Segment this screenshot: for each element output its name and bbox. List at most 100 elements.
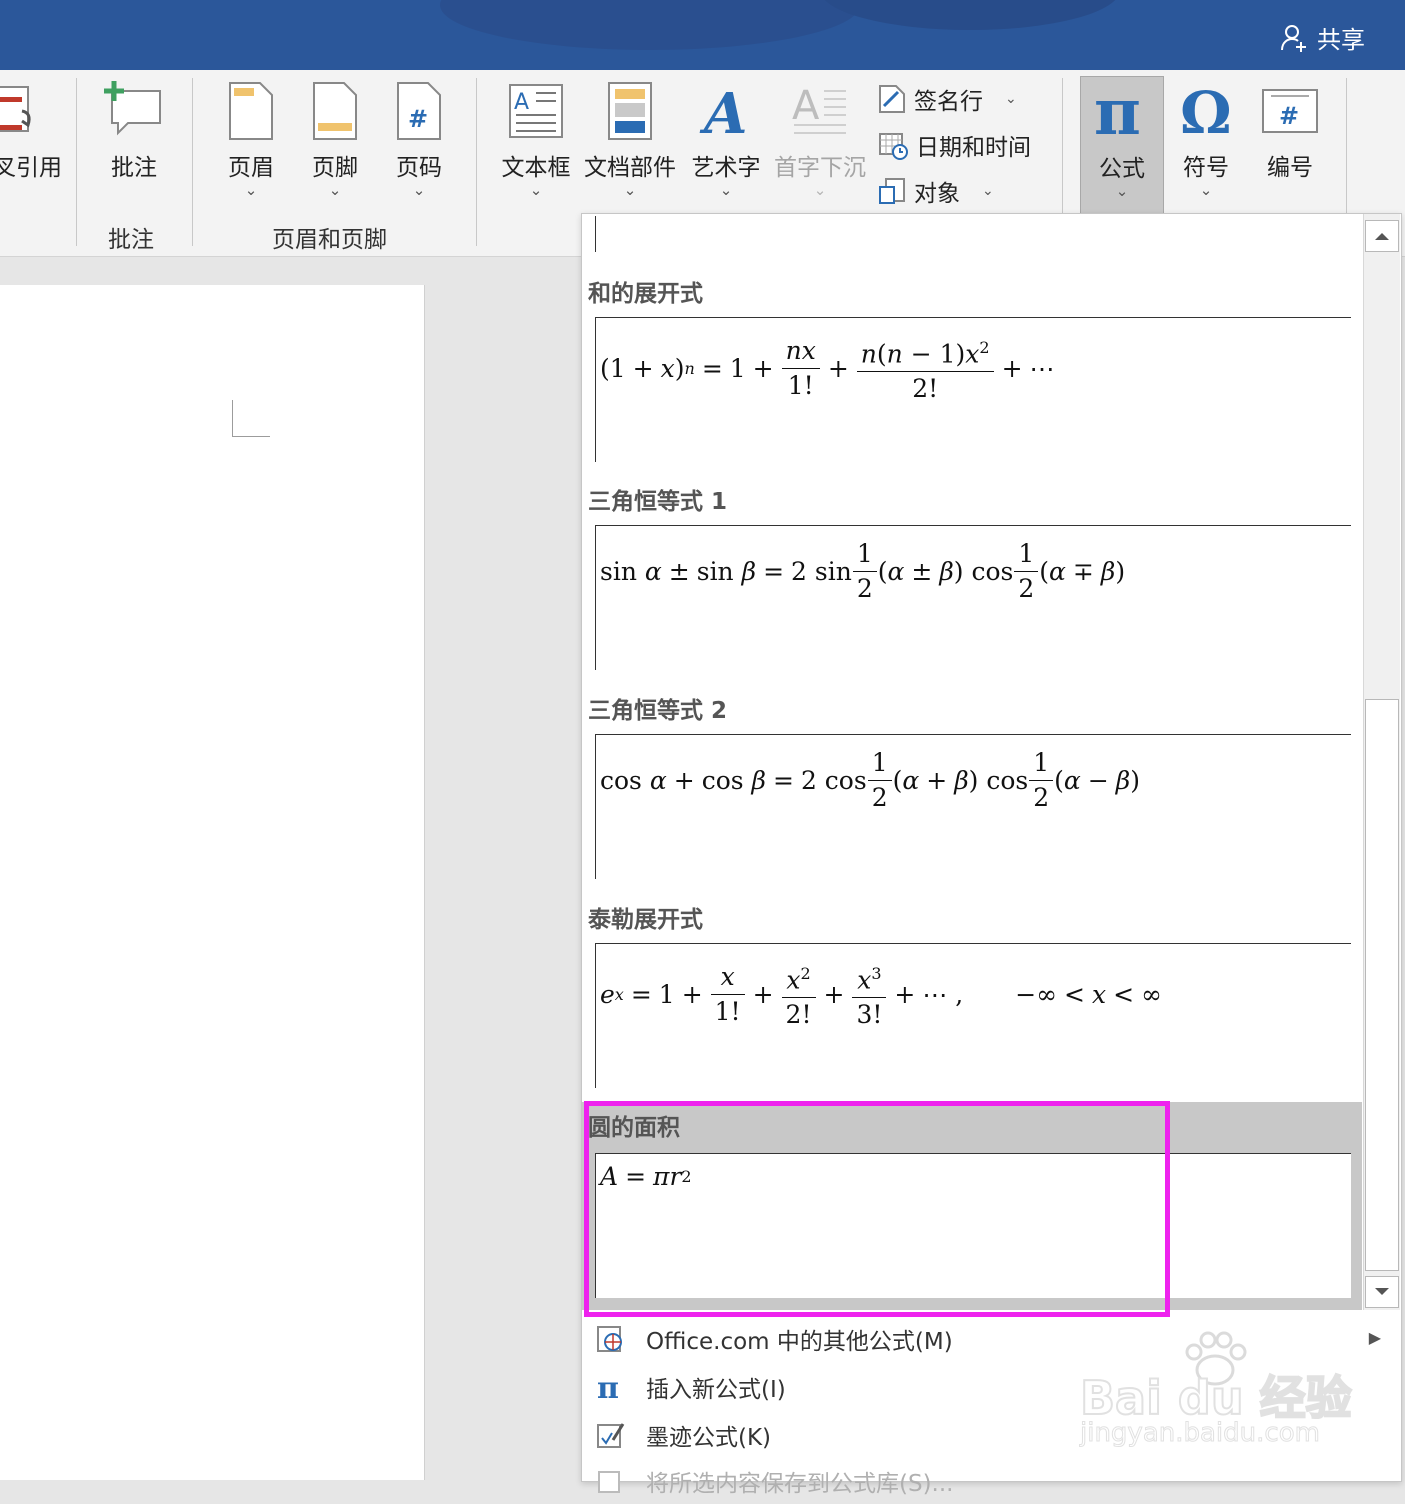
equation-item-trig-identity-1[interactable]: sin α ± sin β = 2 sin 1 2(α ± β) cos 1 2(α ∓ β) xyxy=(595,525,1351,670)
ink-equation-icon xyxy=(584,1420,636,1450)
equation-formula: e x = 1 + x 1! + x2 2! + x3 3! + ⋯ , −∞ < x < ∞ xyxy=(600,962,1162,1030)
globe-document-icon xyxy=(584,1324,636,1354)
wordart-label: 艺术字 xyxy=(691,155,761,181)
cross-reference-icon xyxy=(0,76,46,146)
text-box-icon: A xyxy=(508,76,564,146)
svg-text:Ω: Ω xyxy=(1180,81,1232,141)
equation-title: 泰勒展开式 xyxy=(588,907,703,933)
date-time-label: 日期和时间 xyxy=(916,135,1031,161)
header-icon xyxy=(228,76,274,146)
svg-text:A: A xyxy=(792,83,820,129)
equation-box-edge xyxy=(595,216,596,252)
text-box-label: 文本框 xyxy=(501,155,571,181)
chevron-down-icon: ⌄ xyxy=(813,181,827,199)
footer-button[interactable]: 页脚 ⌄ xyxy=(300,76,370,200)
document-page[interactable] xyxy=(0,285,425,1480)
drop-cap-icon: A xyxy=(790,76,850,146)
equation-button[interactable]: π 公式 ⌄ xyxy=(1080,76,1164,214)
chevron-down-icon: ⌄ xyxy=(623,181,637,199)
menu-item-label: 插入新公式(I) xyxy=(646,1377,786,1403)
date-time-button[interactable]: 日期和时间 xyxy=(878,128,1031,162)
menu-item-ink-equation[interactable]: 墨迹公式(K) xyxy=(582,1412,1399,1458)
object-button[interactable]: 对象 ⌄ xyxy=(878,174,994,208)
scroll-thumb[interactable] xyxy=(1365,699,1399,1271)
header-button[interactable]: 页眉 ⌄ xyxy=(216,76,286,200)
quick-parts-icon xyxy=(607,76,653,146)
equation-title: 圆的面积 xyxy=(588,1115,680,1141)
equation-list: 和的展开式 (1 + x) n = 1 + nx 1! + n(n − 1)x2 2! + ⋯ 三角恒… xyxy=(582,214,1362,1310)
drop-cap-button[interactable]: A 首字下沉 ⌄ xyxy=(770,76,870,200)
separator xyxy=(192,78,193,246)
equation-formula: sin α ± sin β = 2 sin 1 2(α ± β) cos 1 2(α ∓ β) xyxy=(600,539,1126,603)
save-selection-icon xyxy=(584,1466,636,1496)
symbol-label: 符号 xyxy=(1183,155,1229,181)
header-label: 页眉 xyxy=(228,155,274,181)
separator xyxy=(476,78,477,246)
signature-line-label: 签名行 xyxy=(914,89,983,115)
equation-item-circle-area[interactable]: 圆的面积 A = πr 2 xyxy=(582,1102,1362,1310)
equation-item-trig-identity-2[interactable]: cos α + cos β = 2 cos 1 2(α + β) cos 1 2(α − β) xyxy=(595,734,1351,879)
menu-item-save-to-gallery[interactable]: 将所选内容保存到公式库(S)... xyxy=(582,1458,1399,1504)
pi-icon: π xyxy=(1092,77,1152,147)
equation-title: 三角恒等式 1 xyxy=(588,489,728,515)
new-comment-icon xyxy=(102,76,166,146)
chevron-down-icon: ⌄ xyxy=(1005,91,1017,107)
page-number-button[interactable]: # 页码 ⌄ xyxy=(384,76,454,200)
calendar-clock-icon xyxy=(879,133,908,160)
equation-item-binomial[interactable]: (1 + x) n = 1 + nx 1! + n(n − 1)x2 2! + ⋯ xyxy=(595,317,1351,462)
menu-item-more-equations-office[interactable]: Office.com 中的其他公式(M) ▶ xyxy=(582,1316,1399,1362)
menu-item-label: 将所选内容保存到公式库(S)... xyxy=(646,1471,954,1497)
gallery-scrollbar[interactable] xyxy=(1363,214,1400,1310)
wordart-icon: A xyxy=(698,76,754,146)
menu-item-insert-new-equation[interactable]: π 插入新公式(I) xyxy=(582,1364,1399,1410)
svg-text:A: A xyxy=(699,81,747,141)
object-icon xyxy=(879,178,905,204)
quick-parts-button[interactable]: 文档部件 ⌄ xyxy=(580,76,680,200)
wordart-button[interactable]: A 艺术字 ⌄ xyxy=(686,76,766,200)
text-box-button[interactable]: A 文本框 ⌄ xyxy=(496,76,576,200)
footer-icon xyxy=(312,76,358,146)
chevron-down-icon: ⌄ xyxy=(982,183,994,199)
group-label-comments: 批注 xyxy=(108,227,154,253)
page-number-icon: # xyxy=(396,76,442,146)
equation-label: 公式 xyxy=(1099,156,1145,182)
title-bar: 共享 xyxy=(0,0,1405,70)
svg-text:π: π xyxy=(597,1372,619,1402)
svg-text:#: # xyxy=(1279,102,1299,130)
chevron-down-icon: ⌄ xyxy=(244,181,258,199)
equation-box: A = πr 2 xyxy=(595,1153,1351,1298)
omega-icon: Ω xyxy=(1176,76,1236,146)
separator xyxy=(76,78,77,246)
menu-item-label: 墨迹公式(K) xyxy=(646,1425,772,1451)
chevron-down-icon: ⌄ xyxy=(328,181,342,199)
quick-parts-label: 文档部件 xyxy=(584,155,676,181)
share-label: 共享 xyxy=(1317,26,1365,54)
signature-line-button[interactable]: 签名行 ⌄ xyxy=(878,82,1017,116)
chevron-down-icon: ⌄ xyxy=(1199,181,1213,199)
scroll-down-button[interactable] xyxy=(1365,1276,1399,1308)
triangle-up-icon xyxy=(1375,233,1389,240)
numbering-button[interactable]: # 编号 xyxy=(1254,76,1326,182)
equation-formula: A = πr 2 xyxy=(600,1162,692,1191)
chevron-down-icon: ⌄ xyxy=(719,181,733,199)
triangle-down-icon xyxy=(1375,1288,1389,1295)
object-label: 对象 xyxy=(914,181,960,207)
cross-reference-button[interactable]: 交叉引用 xyxy=(0,76,66,182)
cross-reference-label: 交叉引用 xyxy=(0,155,62,181)
svg-text:#: # xyxy=(408,105,428,133)
submenu-arrow-icon: ▶ xyxy=(1368,1328,1381,1347)
equation-item-taylor-expansion[interactable]: e x = 1 + x 1! + x2 2! + x3 3! + ⋯ , −∞ < x < ∞ xyxy=(595,943,1351,1088)
title-bar-decoration xyxy=(820,0,1120,30)
chevron-down-icon: ⌄ xyxy=(412,181,426,199)
share-button[interactable]: 共享 xyxy=(1279,20,1365,55)
group-label-header-footer: 页眉和页脚 xyxy=(272,227,387,253)
symbol-button[interactable]: Ω 符号 ⌄ xyxy=(1170,76,1242,200)
chevron-down-icon: ⌄ xyxy=(529,181,543,199)
signature-line-icon xyxy=(879,85,905,113)
new-comment-button[interactable]: 批注 xyxy=(94,76,174,182)
menu-item-label: Office.com 中的其他公式(M) xyxy=(646,1329,953,1355)
svg-text:A: A xyxy=(514,90,529,115)
comment-label: 批注 xyxy=(111,155,157,181)
scroll-up-button[interactable] xyxy=(1365,220,1399,252)
equation-title: 三角恒等式 2 xyxy=(588,698,728,724)
